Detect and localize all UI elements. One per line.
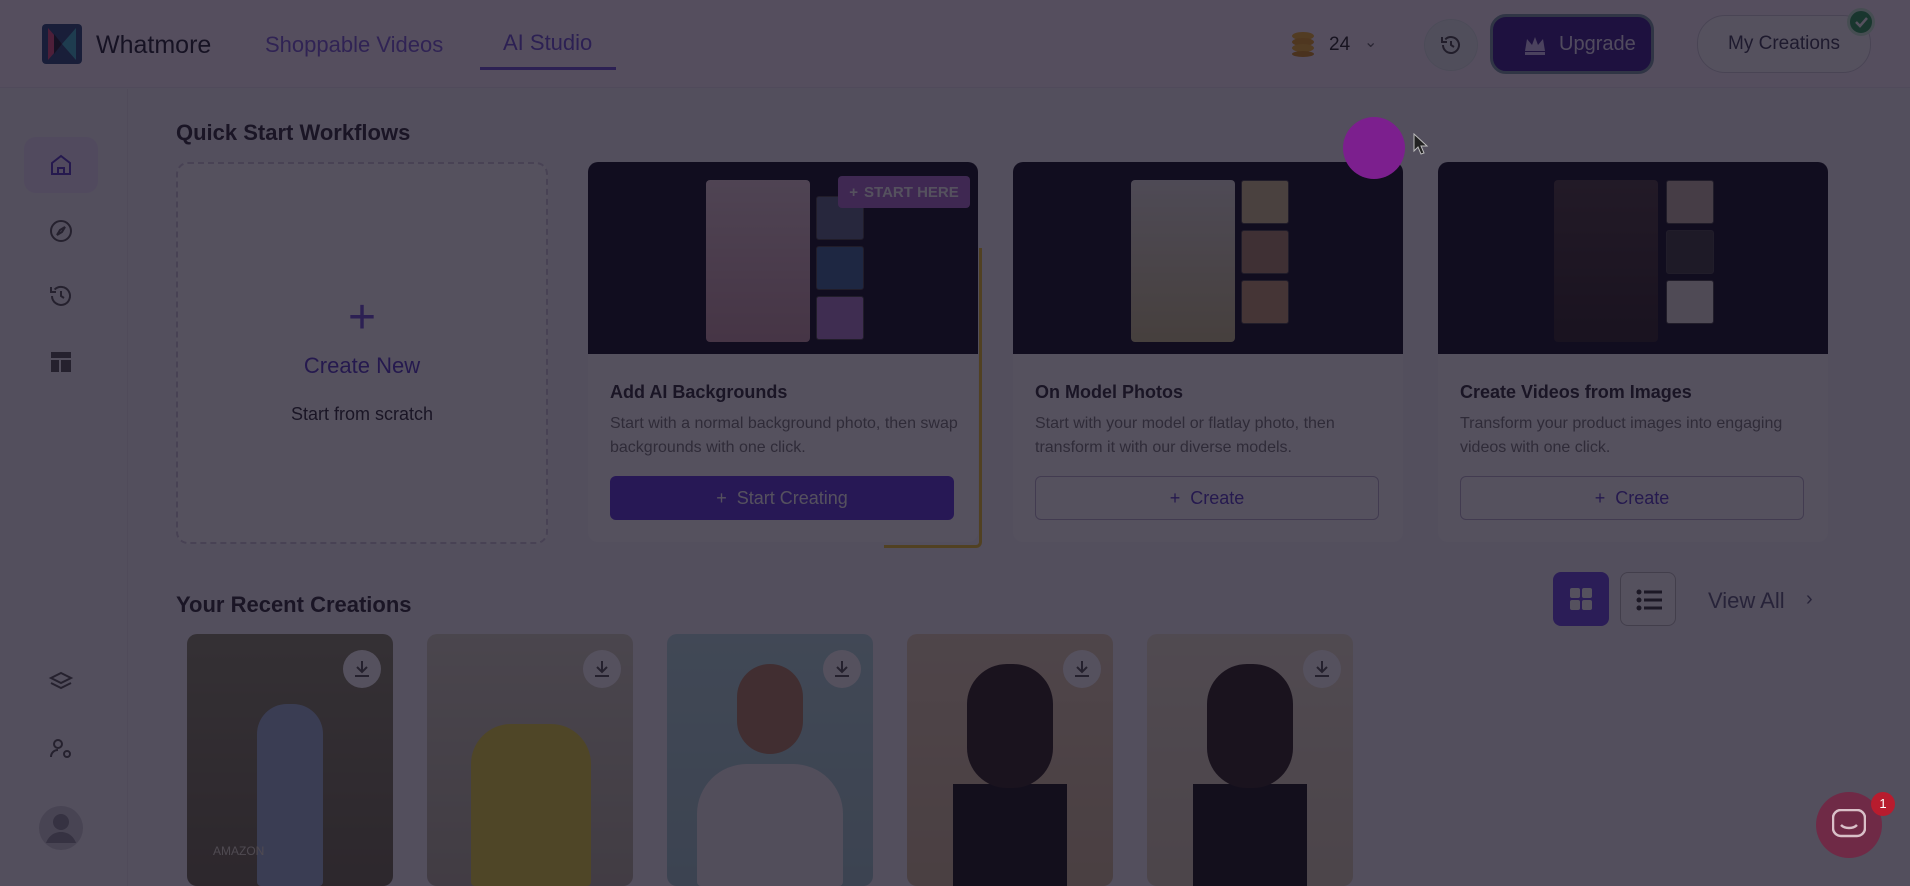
chat-icon	[1832, 809, 1866, 838]
user-settings-icon	[50, 739, 71, 758]
workflow-title: Add AI Backgrounds	[610, 382, 788, 402]
top-bar: Whatmore Shoppable Videos AI Studio 24 ⌄…	[0, 0, 1910, 88]
click-indicator	[1343, 117, 1405, 179]
download-icon	[1315, 661, 1329, 677]
history-button[interactable]	[1424, 19, 1478, 71]
model-figure	[1193, 784, 1307, 886]
download-icon	[1075, 661, 1089, 677]
creation-thumbnail[interactable]: AMAZON	[187, 634, 393, 886]
creation-thumbnail[interactable]	[667, 634, 873, 886]
home-icon	[51, 154, 71, 175]
start-here-badge: + START HERE	[838, 176, 970, 208]
model-figure	[697, 764, 843, 886]
sidebar-item-home[interactable]	[24, 137, 98, 193]
plus-icon: +	[716, 487, 727, 508]
workflow-title: Create Videos from Images	[1460, 382, 1692, 402]
download-icon	[355, 661, 369, 677]
creation-thumbnail[interactable]	[1147, 634, 1353, 886]
recent-creations-title: Your Recent Creations	[176, 592, 412, 617]
workflow-card-on-model-photos: On Model Photos Start with your model or…	[1013, 162, 1403, 542]
plus-icon: +	[1594, 487, 1606, 508]
mouse-cursor-icon	[1413, 133, 1429, 155]
plus-icon: +	[1169, 487, 1181, 508]
chevron-down-icon: ⌄	[1364, 34, 1378, 51]
plus-icon: +	[849, 183, 859, 201]
check-icon	[1847, 8, 1875, 36]
create-button[interactable]: + Create	[1460, 476, 1804, 520]
upgrade-label: Upgrade	[1559, 33, 1636, 55]
list-view-toggle[interactable]	[1620, 572, 1676, 626]
layers-icon	[48, 671, 74, 690]
crown-icon	[1525, 36, 1545, 55]
download-button[interactable]	[823, 650, 861, 688]
grid-icon	[1570, 588, 1592, 610]
create-button[interactable]: + Create	[1035, 476, 1379, 520]
my-creations-button[interactable]: My Creations	[1697, 15, 1871, 73]
view-all-link[interactable]: View All	[1708, 588, 1785, 614]
download-button[interactable]	[1063, 650, 1101, 688]
brand-name: Whatmore	[96, 31, 212, 59]
creation-thumbnail[interactable]	[907, 634, 1113, 886]
download-button[interactable]	[343, 650, 381, 688]
tab-shoppable-videos[interactable]: Shoppable Videos	[265, 32, 443, 58]
image-caption: AMAZON	[213, 844, 265, 858]
sidebar-item-history[interactable]	[24, 268, 98, 324]
workflow-description: Transform your product images into engag…	[1460, 415, 1783, 456]
whatmore-logo-icon[interactable]	[40, 22, 84, 66]
chevron-right-icon[interactable]: ›	[1806, 588, 1813, 611]
layout-icon	[51, 352, 71, 372]
sidebar	[0, 89, 128, 886]
sidebar-item-account-settings[interactable]	[24, 721, 98, 777]
tab-ai-studio[interactable]: AI Studio	[503, 30, 592, 56]
highlight-outline	[884, 248, 982, 548]
model-figure	[257, 704, 323, 886]
history-icon	[1441, 36, 1460, 54]
plus-icon: +	[347, 291, 377, 344]
creation-thumbnail[interactable]	[427, 634, 633, 886]
create-new-card[interactable]: + Create New Start from scratch	[176, 162, 548, 544]
active-tab-indicator	[480, 67, 616, 70]
download-button[interactable]	[583, 650, 621, 688]
compass-icon	[50, 220, 72, 242]
coins-icon	[1292, 32, 1314, 57]
sidebar-item-templates[interactable]	[24, 334, 98, 390]
workflow-preview-image	[1013, 162, 1403, 354]
download-icon	[595, 661, 609, 677]
history-icon	[50, 285, 71, 306]
sidebar-item-profile[interactable]	[38, 805, 84, 851]
grid-view-toggle[interactable]	[1553, 572, 1609, 626]
credits-count: 24	[1329, 34, 1351, 55]
notification-badge: 1	[1871, 792, 1895, 816]
list-icon	[1636, 589, 1662, 611]
sidebar-item-explore[interactable]	[24, 203, 98, 259]
workflow-description: Start with your model or flatlay photo, …	[1035, 415, 1335, 456]
workflow-preview-image	[1438, 162, 1828, 354]
quick-start-title: Quick Start Workflows	[176, 120, 411, 145]
download-icon	[835, 661, 849, 677]
workflow-card-videos-from-images: Create Videos from Images Transform your…	[1438, 162, 1828, 542]
download-button[interactable]	[1303, 650, 1341, 688]
create-new-subtitle: Start from scratch	[290, 404, 434, 424]
model-figure	[953, 784, 1067, 886]
workflow-title: On Model Photos	[1035, 382, 1183, 402]
credits-dropdown[interactable]: 24 ⌄	[1288, 24, 1388, 64]
upgrade-button[interactable]: Upgrade	[1490, 14, 1654, 74]
sidebar-item-layers[interactable]	[24, 654, 98, 710]
model-figure	[471, 724, 591, 886]
create-new-title: Create New	[303, 353, 421, 378]
profile-icon	[39, 806, 83, 850]
